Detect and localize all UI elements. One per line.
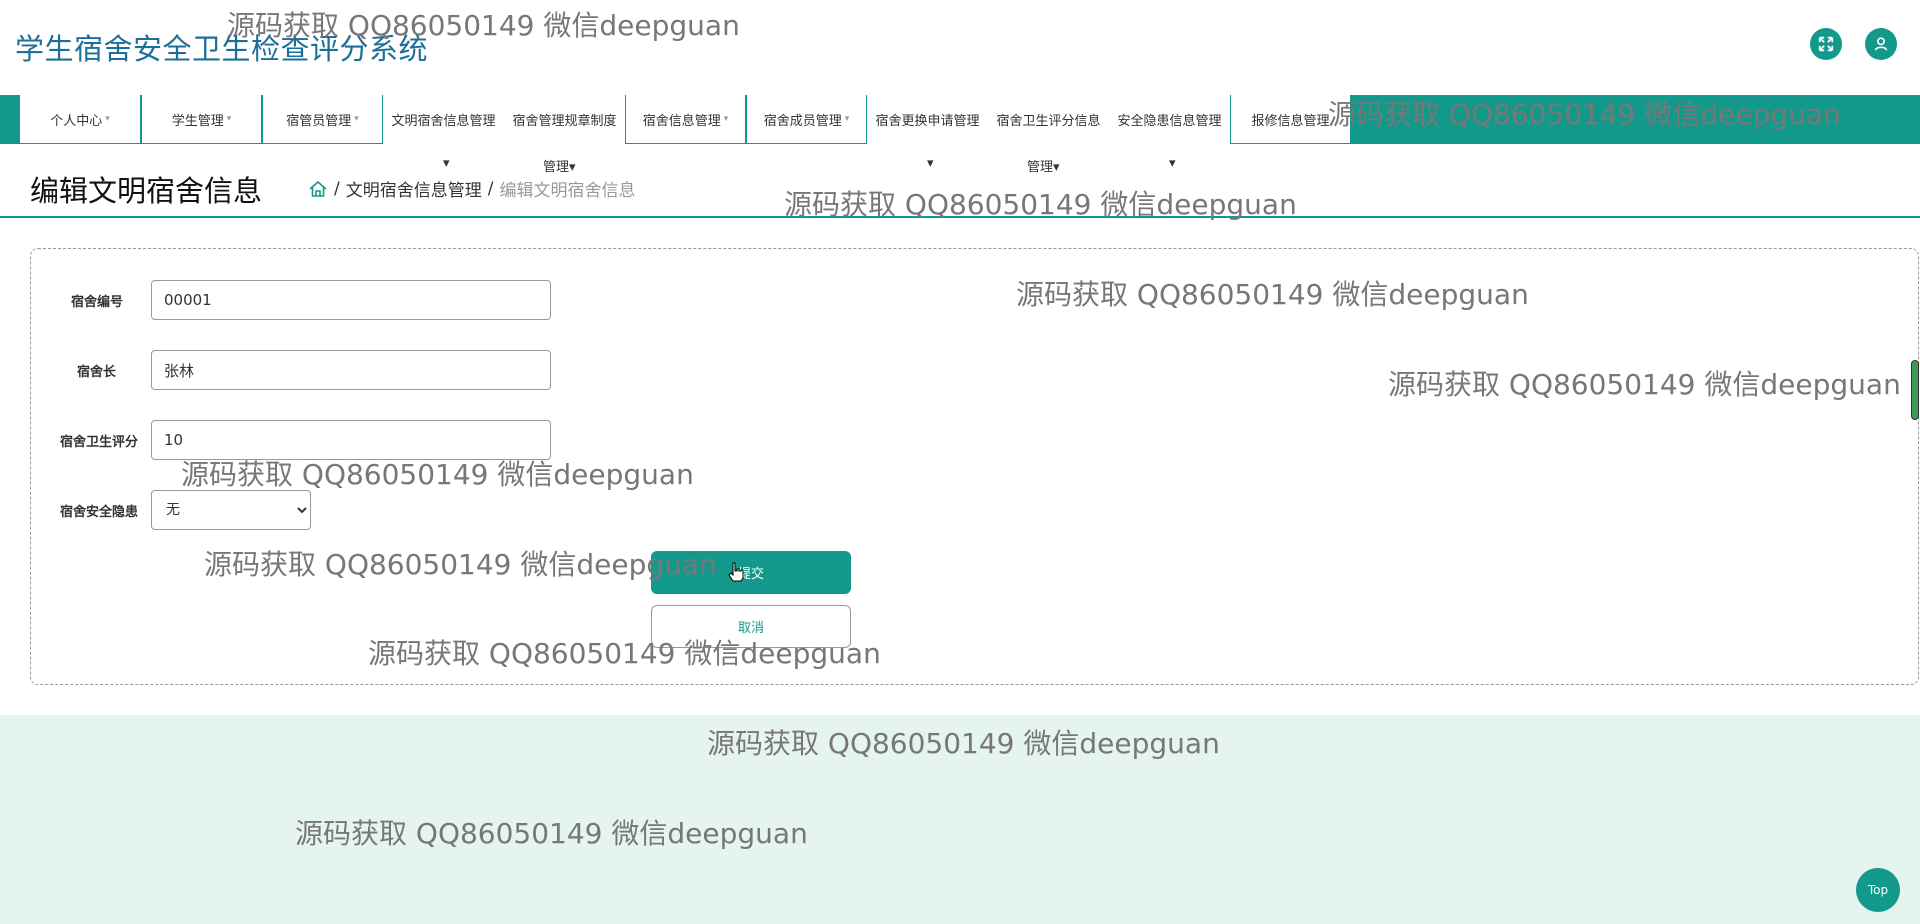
breadcrumb-separator: / xyxy=(334,178,340,199)
caret-down-icon: ▾ xyxy=(354,114,359,124)
dorm-leader-input[interactable] xyxy=(151,350,551,390)
nav-item-personal-center[interactable]: 个人中心 ▾ xyxy=(19,95,141,144)
breadcrumb-parent[interactable]: 文明宿舍信息管理 xyxy=(346,176,482,201)
nav-item-label: 宿舍信息管理 xyxy=(642,113,721,129)
fullscreen-button[interactable] xyxy=(1810,28,1842,60)
breadcrumb-current: 编辑文明宿舍信息 xyxy=(499,181,636,201)
hygiene-score-input[interactable] xyxy=(151,420,551,460)
page-footer xyxy=(0,715,1920,924)
nav-item-safety-hazard-management[interactable]: 安全隐患信息管理 xyxy=(1109,95,1230,144)
nav-item-label: 个人中心 xyxy=(50,113,103,129)
breadcrumb-separator: / xyxy=(487,178,494,199)
nav-item-label: 宿管员管理 xyxy=(286,113,352,129)
caret-down-icon: ▾ xyxy=(226,114,232,124)
nav-item-student-management[interactable]: 学生管理 ▾ xyxy=(141,95,262,144)
home-icon[interactable] xyxy=(308,179,328,199)
breadcrumb: / 文明宿舍信息管理 / 编辑文明宿舍信息 xyxy=(308,176,635,201)
nav-item-dorm-admin-management[interactable]: 宿管员管理 ▾ xyxy=(262,95,383,144)
nav-item-civilized-dorm-management[interactable]: 文明宿舍信息管理 xyxy=(383,95,504,144)
page-title: 编辑文明宿舍信息 xyxy=(30,174,263,208)
nav-item-label: 文明宿舍信息管理 xyxy=(391,113,496,129)
scrollbar-thumb[interactable] xyxy=(1911,360,1919,420)
expand-icon xyxy=(1818,36,1834,52)
nav-item-dorm-change-request-management[interactable]: 宿舍更换申请管理 xyxy=(867,95,988,144)
caret-down-icon: ▾ xyxy=(844,114,850,124)
nav-item-label: 宿舍管理规章制度 xyxy=(512,113,617,129)
dorm-leader-label: 宿舍长 xyxy=(76,365,116,380)
nav-filler xyxy=(1351,95,1920,144)
nav-item-label: 宿舍更换申请管理 xyxy=(875,113,980,129)
user-icon xyxy=(1874,37,1888,51)
nav-item-dorm-rules-management[interactable]: 宿舍管理规章制度 xyxy=(504,95,625,144)
dorm-no-label: 宿舍编号 xyxy=(70,295,123,310)
app-title: 学生宿舍安全卫生检查评分系统 xyxy=(15,32,429,66)
app-header: 学生宿舍安全卫生检查评分系统 xyxy=(0,0,1920,95)
user-button[interactable] xyxy=(1865,28,1897,60)
nav-item-dorm-member-management[interactable]: 宿舍成员管理 ▾ xyxy=(746,95,867,144)
nav-item-hygiene-score-management[interactable]: 宿舍卫生评分信息 xyxy=(988,95,1109,144)
dorm-no-input[interactable] xyxy=(151,280,551,320)
nav-item-label: 报修信息管理 xyxy=(1251,113,1330,129)
nav-item-label: 宿舍成员管理 xyxy=(763,113,842,129)
caret-down-icon: ▾ xyxy=(105,114,110,124)
nav-item-label: 安全隐患信息管理 xyxy=(1117,113,1222,129)
submit-button[interactable]: 提交 xyxy=(651,551,851,594)
nav-item-dorm-info-management[interactable]: 宿舍信息管理 ▾ xyxy=(625,95,746,144)
nav-item-repair-management[interactable]: 报修信息管理 xyxy=(1230,95,1351,144)
cancel-button[interactable]: 取消 xyxy=(651,605,851,648)
hygiene-score-label: 宿舍卫生评分 xyxy=(59,435,138,450)
caret-down-icon: ▾ xyxy=(723,114,729,124)
back-to-top-button[interactable]: Top xyxy=(1856,868,1900,912)
nav-item-label: 学生管理 xyxy=(171,113,224,129)
safety-hazard-select[interactable]: 无 xyxy=(151,490,311,530)
breadcrumb-bar xyxy=(0,168,1920,218)
nav-item-label: 宿舍卫生评分信息 xyxy=(996,113,1101,129)
safety-hazard-label: 宿舍安全隐患 xyxy=(59,505,138,520)
hand-cursor-icon xyxy=(728,562,744,582)
